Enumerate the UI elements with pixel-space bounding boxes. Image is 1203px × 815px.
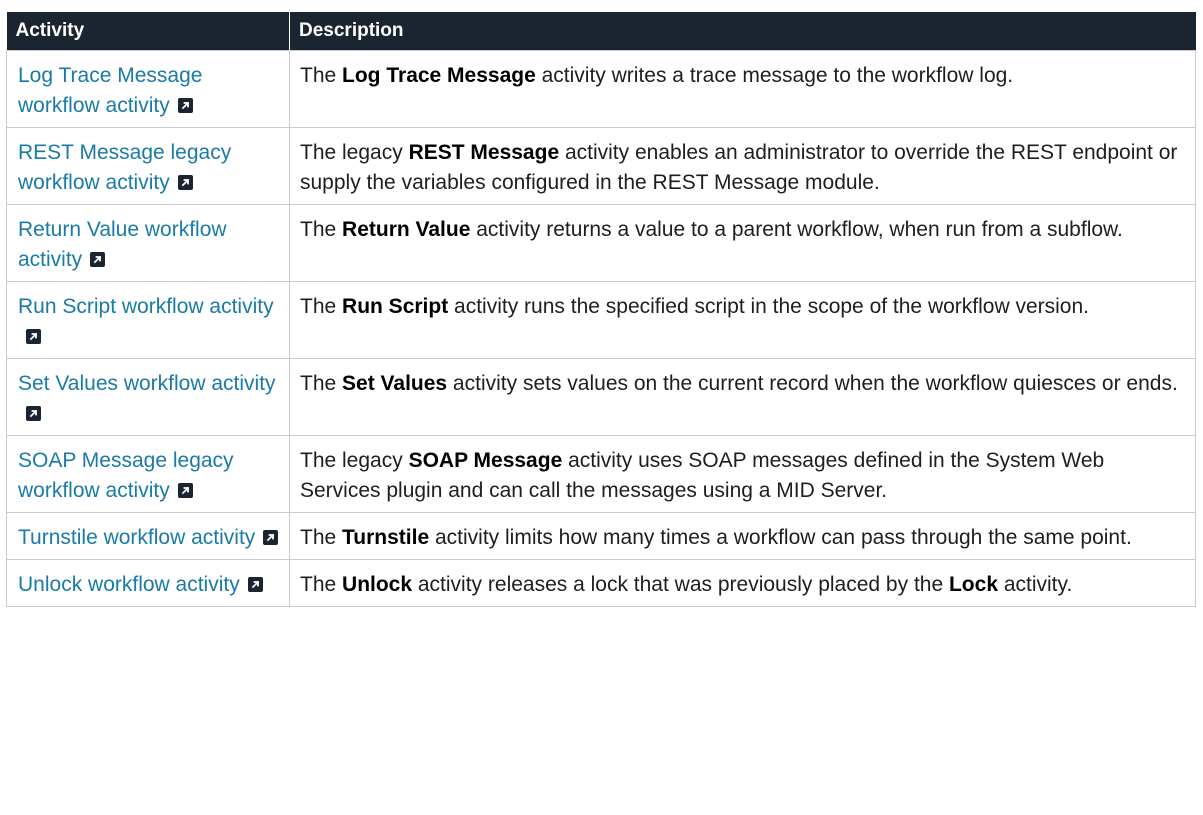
activity-link[interactable]: Run Script workflow activity bbox=[18, 295, 274, 348]
description-text: activity. bbox=[998, 573, 1073, 596]
activity-cell: REST Message legacy workflow activity bbox=[6, 127, 290, 205]
table-row: SOAP Message legacy workflow activity The… bbox=[6, 435, 1196, 513]
description-text: activity releases a lock that was previo… bbox=[412, 573, 949, 596]
description-emphasis: Turnstile bbox=[342, 526, 430, 549]
description-emphasis: Lock bbox=[948, 573, 998, 596]
activity-link-label: SOAP Message legacy workflow activity bbox=[18, 449, 234, 502]
external-link-icon bbox=[247, 577, 263, 592]
description-cell: The Unlock activity releases a lock that… bbox=[289, 559, 1196, 607]
table-row: Set Values workflow activity The Set Valu… bbox=[6, 358, 1196, 436]
description-text: activity limits how many times a workflo… bbox=[429, 526, 1132, 549]
activity-link[interactable]: Unlock workflow activity bbox=[18, 573, 263, 596]
table-row: Log Trace Message workflow activity The L… bbox=[6, 50, 1196, 128]
activity-link[interactable]: Return Value workflow activity bbox=[18, 218, 227, 271]
activity-link-label: Log Trace Message workflow activity bbox=[18, 64, 203, 117]
description-cell: The Set Values activity sets values on t… bbox=[289, 358, 1196, 436]
description-emphasis: Log Trace Message bbox=[342, 64, 536, 87]
column-header-activity: Activity bbox=[6, 12, 290, 51]
external-link-icon bbox=[177, 483, 193, 498]
header-row: Activity Description bbox=[6, 12, 1196, 51]
table-header: Activity Description bbox=[6, 12, 1196, 51]
description-cell: The Turnstile activity limits how many t… bbox=[289, 512, 1196, 560]
description-text: The legacy bbox=[300, 141, 409, 164]
external-link-icon bbox=[26, 329, 41, 344]
description-text: The bbox=[300, 573, 343, 596]
table-row: Unlock workflow activity The Unlock activ… bbox=[6, 559, 1196, 607]
activity-link-label: Set Values workflow activity bbox=[18, 372, 276, 395]
activity-link-label: Return Value workflow activity bbox=[18, 218, 227, 271]
description-text: activity returns a value to a parent wor… bbox=[470, 218, 1123, 241]
activity-link[interactable]: REST Message legacy workflow activity bbox=[18, 141, 231, 194]
external-link-icon bbox=[90, 252, 106, 267]
activity-link[interactable]: Set Values workflow activity bbox=[18, 372, 276, 425]
description-text: The bbox=[300, 526, 343, 549]
description-text: The bbox=[300, 218, 343, 241]
description-text: activity sets values on the current reco… bbox=[447, 372, 1178, 395]
external-link-icon bbox=[177, 98, 193, 113]
activity-link[interactable]: Log Trace Message workflow activity bbox=[18, 64, 202, 117]
table-body: Log Trace Message workflow activity The L… bbox=[6, 50, 1196, 607]
description-text: The bbox=[300, 295, 343, 318]
description-cell: The Run Script activity runs the specifi… bbox=[289, 281, 1196, 359]
activity-link-label: Turnstile workflow activity bbox=[18, 526, 256, 549]
external-link-icon bbox=[177, 175, 193, 190]
description-emphasis: Return Value bbox=[342, 218, 471, 241]
description-cell: The legacy REST Message activity enables… bbox=[289, 127, 1196, 205]
external-link-icon bbox=[26, 406, 41, 421]
activity-cell: Return Value workflow activity bbox=[6, 204, 290, 282]
table-row: REST Message legacy workflow activity The… bbox=[6, 127, 1196, 205]
description-cell: The Log Trace Message activity writes a … bbox=[289, 50, 1196, 128]
column-header-description: Description bbox=[289, 12, 1196, 51]
description-text: The legacy bbox=[300, 449, 409, 472]
description-cell: The Return Value activity returns a valu… bbox=[289, 204, 1196, 282]
activity-cell: Unlock workflow activity bbox=[6, 559, 290, 607]
activity-cell: SOAP Message legacy workflow activity bbox=[6, 435, 290, 513]
description-text: activity writes a trace message to the w… bbox=[535, 64, 1014, 87]
activity-cell: Turnstile workflow activity bbox=[6, 512, 290, 560]
description-emphasis: Unlock bbox=[342, 573, 413, 596]
description-text: activity runs the specified script in th… bbox=[448, 295, 1089, 318]
activity-cell: Set Values workflow activity bbox=[6, 358, 290, 436]
description-emphasis: Run Script bbox=[342, 295, 449, 318]
table-row: Return Value workflow activity The Return… bbox=[6, 204, 1196, 282]
table-row: Turnstile workflow activity The Turnstile… bbox=[6, 512, 1196, 560]
activities-table: Activity Description Log Trace Message w… bbox=[6, 12, 1196, 607]
description-emphasis: Set Values bbox=[342, 372, 448, 395]
description-text: The bbox=[300, 372, 343, 395]
activity-cell: Run Script workflow activity bbox=[6, 281, 290, 359]
description-emphasis: REST Message bbox=[408, 141, 560, 164]
table-row: Run Script workflow activity The Run Scri… bbox=[6, 281, 1196, 359]
description-emphasis: SOAP Message bbox=[408, 449, 563, 472]
activity-link[interactable]: Turnstile workflow activity bbox=[18, 526, 279, 549]
description-text: The bbox=[300, 64, 343, 87]
activity-link-label: Unlock workflow activity bbox=[18, 573, 240, 596]
activity-link-label: Run Script workflow activity bbox=[18, 295, 274, 318]
activity-link[interactable]: SOAP Message legacy workflow activity bbox=[18, 449, 234, 502]
activity-link-label: REST Message legacy workflow activity bbox=[18, 141, 232, 194]
description-cell: The legacy SOAP Message activity uses SO… bbox=[289, 435, 1196, 513]
external-link-icon bbox=[263, 530, 279, 545]
activity-cell: Log Trace Message workflow activity bbox=[6, 50, 290, 128]
